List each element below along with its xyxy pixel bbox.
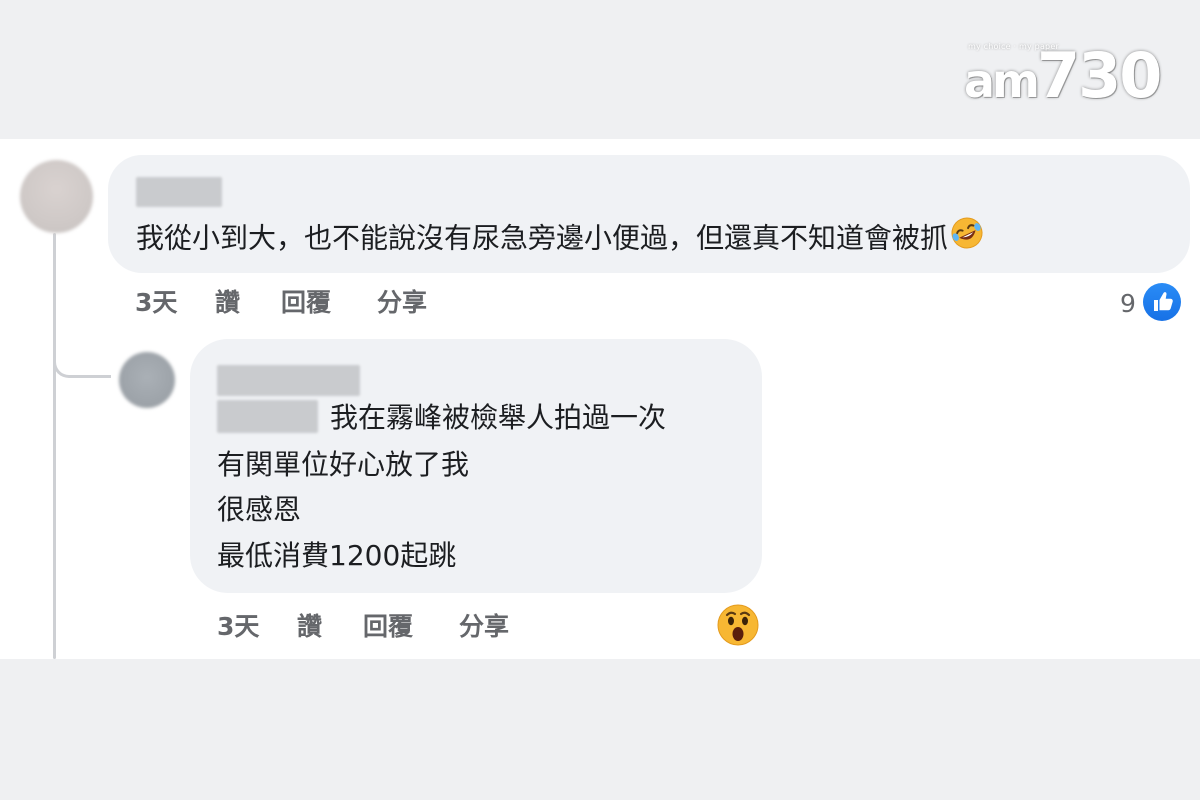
am730-logo-wordmark: am730 xyxy=(964,39,1162,112)
avatar[interactable] xyxy=(20,160,93,233)
bottom-band xyxy=(0,659,1200,800)
like-button[interactable]: 讚 xyxy=(297,610,363,644)
share-button[interactable]: 分享 xyxy=(377,286,457,320)
reply-connector xyxy=(53,340,111,378)
avatar[interactable] xyxy=(119,352,175,408)
share-button[interactable]: 分享 xyxy=(459,610,539,644)
comment-actions: 3天 讚 回覆 分享 xyxy=(217,610,539,644)
blurred-mention-tag[interactable] xyxy=(217,400,318,433)
comment-text-line: 我在霧峰被檢舉人拍過一次 xyxy=(330,401,667,434)
comment-timestamp[interactable]: 3天 xyxy=(217,610,297,644)
thread-line xyxy=(53,233,56,659)
like-reaction-badge[interactable] xyxy=(1140,280,1184,324)
am730-logo: am730 my choice · my paper xyxy=(964,38,1162,112)
like-button[interactable]: 讚 xyxy=(215,286,281,320)
comment-text-line: 有関單位好心放了我 xyxy=(217,448,470,481)
reaction-count[interactable]: 9 xyxy=(1120,287,1136,321)
comment-text-line: 很感恩 xyxy=(217,493,302,526)
rolling-on-floor-laughing-emoji-icon xyxy=(950,216,984,263)
blurred-author-name[interactable] xyxy=(217,365,360,396)
comment-timestamp[interactable]: 3天 xyxy=(135,286,215,320)
comment-actions: 3天 讚 回覆 分享 xyxy=(135,286,457,320)
reply-button[interactable]: 回覆 xyxy=(363,610,459,644)
like-reaction-icon xyxy=(1143,283,1181,321)
comment-text: 我從小到大，也不能說沒有尿急旁邊小便過，但還真不知道會被抓 xyxy=(136,216,984,263)
wow-reaction-icon[interactable] xyxy=(716,603,760,647)
reply-button[interactable]: 回覆 xyxy=(281,286,377,320)
am730-logo-tagline: my choice · my paper xyxy=(968,42,1059,51)
comment-text-line: 最低消費1200起跳 xyxy=(217,539,457,572)
blurred-author-name[interactable] xyxy=(136,177,222,207)
